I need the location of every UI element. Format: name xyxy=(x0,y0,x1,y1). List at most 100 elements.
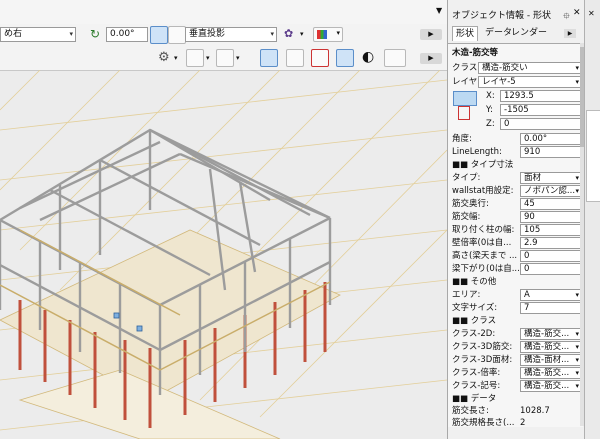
pillar-field[interactable]: 105 xyxy=(520,224,582,236)
menu-arrow-icon[interactable]: ▼ xyxy=(436,6,442,15)
angle-field[interactable]: 0.00° xyxy=(106,27,148,42)
y-value: -1505 xyxy=(504,105,529,115)
projection-select[interactable]: 垂直投影 ▾ xyxy=(185,27,277,42)
font-size-field[interactable]: 7 xyxy=(520,302,582,314)
rotate-3d-icon[interactable] xyxy=(458,106,470,120)
close-icon[interactable]: ✕ xyxy=(573,8,581,18)
pillar-value: 105 xyxy=(524,225,541,235)
panel-toggle-button[interactable]: ▶ xyxy=(420,29,442,40)
view-toolbar-2: ⚙ ▾ ▾ ▾ ◐ ▶ xyxy=(0,46,447,71)
contrast-icon[interactable]: ◐ xyxy=(362,49,374,65)
class-value: 構造-筋交い xyxy=(482,63,528,73)
linelength-value: 910 xyxy=(524,147,541,157)
tab-menu-button[interactable]: ▶ xyxy=(564,29,576,38)
width-value: 90 xyxy=(524,212,535,222)
y-field[interactable]: -1505 xyxy=(500,104,582,116)
z-label: Z: xyxy=(486,119,495,129)
depth-field[interactable]: 45 xyxy=(520,198,582,210)
class-dropdown[interactable]: 構造-筋交い xyxy=(478,62,582,74)
tab-render[interactable]: レンダー xyxy=(508,26,550,40)
layer-stack-button[interactable] xyxy=(150,26,168,44)
width-field[interactable]: 90 xyxy=(520,211,582,223)
height-value: 0 xyxy=(524,251,530,261)
brush-button[interactable] xyxy=(336,49,354,67)
x-value: 1293.5 xyxy=(504,91,534,101)
section-dims: ■■ タイプ寸法 xyxy=(452,160,514,170)
c2d-value: 構造-筋交... xyxy=(524,329,570,339)
x-label: X: xyxy=(486,91,495,101)
c3dm-dropdown[interactable]: 構造-面材... xyxy=(520,354,582,366)
color-palette-button[interactable]: ▾ xyxy=(313,27,343,42)
model-canvas[interactable] xyxy=(0,70,447,439)
angle-field[interactable]: 0.00° xyxy=(520,133,582,145)
height-field[interactable]: 0 xyxy=(520,250,582,262)
layer-label: レイヤ: xyxy=(452,77,481,87)
stamp-button[interactable] xyxy=(311,49,329,67)
sheet-button[interactable] xyxy=(168,26,186,44)
visibility-button[interactable] xyxy=(186,49,204,67)
render-icon[interactable]: ✿ xyxy=(284,27,293,40)
section-class: ■■ クラス xyxy=(452,316,497,326)
view-toolbar: め右 ▾ ↻ 0.00° 垂直投影 ▾ ✿ ▾ ▾ ▶ xyxy=(0,24,447,47)
c3dm-label: クラス-3D面材: xyxy=(452,355,513,365)
pillar-label: 取り付く柱の幅: xyxy=(452,225,515,235)
wallstat-value: ノボパン認... xyxy=(524,186,576,196)
angle-value: 0.00° xyxy=(524,134,548,144)
x-field[interactable]: 1293.5 xyxy=(500,90,582,102)
linelength-label: LineLength: xyxy=(452,147,502,157)
snap-dropdown-icon[interactable]: ▾ xyxy=(236,54,240,62)
visibility-dropdown-icon[interactable]: ▾ xyxy=(206,54,210,62)
tab-shape[interactable]: 形状 xyxy=(452,26,479,41)
position-icon[interactable] xyxy=(453,91,477,106)
c2d-label: クラス-2D: xyxy=(452,329,496,339)
folder-button[interactable] xyxy=(286,49,304,67)
dock-close-icon[interactable]: ✕ xyxy=(588,9,595,18)
class-select-value: め右 xyxy=(4,29,23,39)
class-select[interactable]: め右 ▾ xyxy=(0,27,76,42)
type-dropdown[interactable]: 面材 xyxy=(520,172,582,184)
cratio-value: 構造-筋交... xyxy=(524,368,570,378)
gear-dropdown-icon[interactable]: ▾ xyxy=(174,54,178,62)
ratio-field[interactable]: 2.9 xyxy=(520,237,582,249)
rect-button[interactable] xyxy=(384,49,406,67)
layer-value: レイヤ-5 xyxy=(482,77,516,87)
c3d-label: クラス-3D筋交: xyxy=(452,342,513,352)
area-dropdown[interactable]: A xyxy=(520,289,582,301)
csym-value: 構造-筋交... xyxy=(524,381,570,391)
layer-dropdown[interactable]: レイヤ-5 xyxy=(478,76,582,88)
c3d-dropdown[interactable]: 構造-筋交... xyxy=(520,341,582,353)
type-label: タイプ: xyxy=(452,173,481,183)
wallstat-label: wallstat用設定: xyxy=(452,186,514,196)
rotate-icon[interactable]: ↻ xyxy=(90,27,100,41)
panel-toggle-button-2[interactable]: ▶ xyxy=(420,53,442,64)
ratio-value: 2.9 xyxy=(524,238,538,248)
render-dropdown-icon[interactable]: ▾ xyxy=(300,30,304,38)
snap-button[interactable] xyxy=(216,49,234,67)
ratio-label: 壁倍率(0は自... xyxy=(452,238,512,248)
beam-field[interactable]: 0 xyxy=(520,263,582,275)
wallstat-dropdown[interactable]: ノボパン認... xyxy=(520,185,582,197)
depth-label: 筋交奥行: xyxy=(452,199,489,209)
area-value: A xyxy=(524,290,530,300)
beam-value: 0 xyxy=(524,264,530,274)
projection-value: 垂直投影 xyxy=(189,29,226,39)
csym-dropdown[interactable]: 構造-筋交... xyxy=(520,380,582,392)
type-value: 面材 xyxy=(524,173,542,183)
pin-icon[interactable]: ⯐ xyxy=(563,9,570,25)
side-dock-strip: ✕ xyxy=(584,0,600,439)
font-size-label: 文字サイズ: xyxy=(452,303,498,313)
z-field[interactable]: 0 xyxy=(500,118,582,130)
gear-icon[interactable]: ⚙ xyxy=(158,50,170,65)
cratio-dropdown[interactable]: 構造-筋交... xyxy=(520,367,582,379)
angle-field-value: 0.00° xyxy=(110,29,135,39)
angle-label: 角度: xyxy=(452,134,472,144)
font-size-value: 7 xyxy=(524,303,530,313)
linelength-field[interactable]: 910 xyxy=(520,146,582,158)
view-frame-button[interactable] xyxy=(260,49,278,67)
std-length-value: 2 xyxy=(520,418,526,428)
object-type: 木造-筋交等 xyxy=(452,48,499,58)
drawing-viewport: ▼ め右 ▾ ↻ 0.00° 垂直投影 ▾ ✿ ▾ ▾ ▶ ⚙ ▾ ▾ ▾ ◐ ▶ xyxy=(0,0,447,439)
z-value: 0 xyxy=(504,119,510,129)
c2d-dropdown[interactable]: 構造-筋交... xyxy=(520,328,582,340)
depth-value: 45 xyxy=(524,199,535,209)
